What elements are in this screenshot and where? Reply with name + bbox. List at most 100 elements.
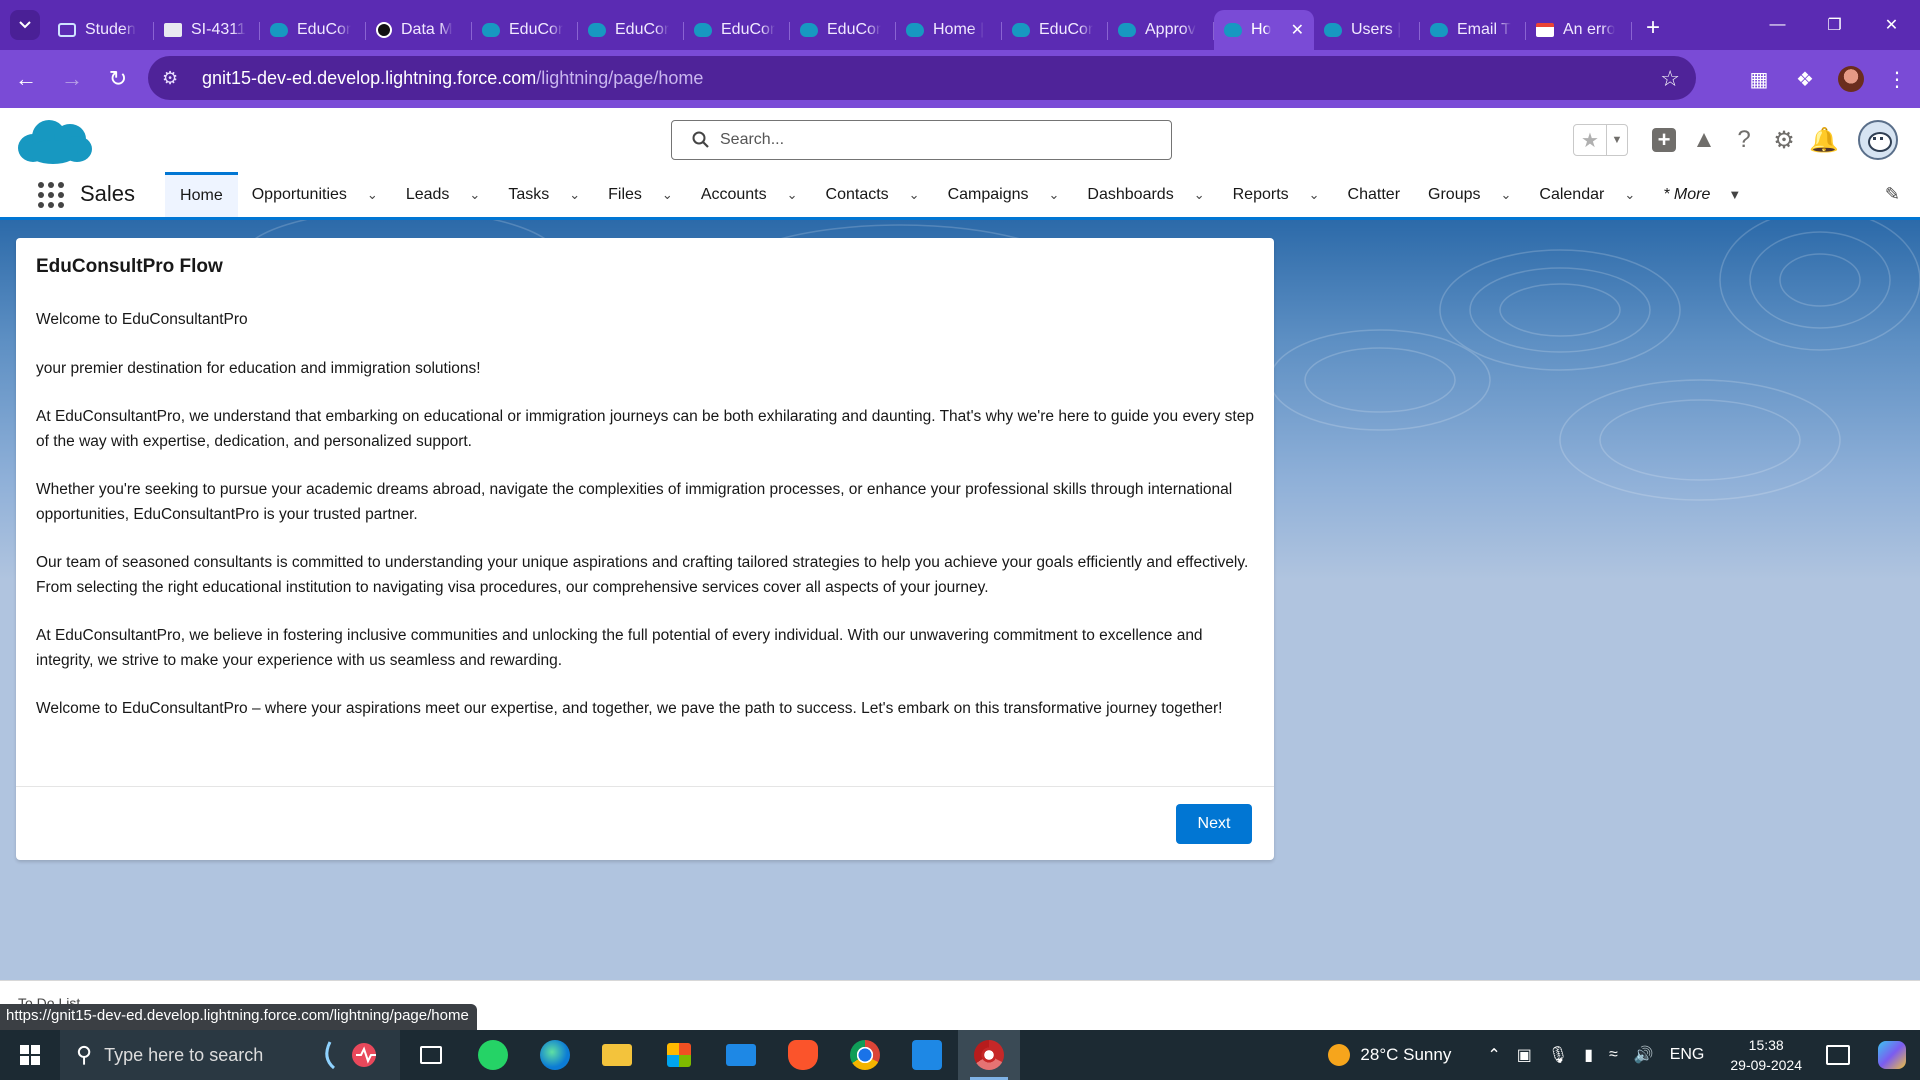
extensions-puzzle-icon[interactable]: ❖ [1782, 67, 1828, 92]
next-button[interactable]: Next [1176, 804, 1252, 844]
battery-icon[interactable]: ▮ [1584, 1045, 1593, 1065]
nav-item-tasks[interactable]: Tasks ⌄ [494, 172, 594, 217]
nav-item-label: Home [180, 187, 223, 204]
browser-tab[interactable]: Approv [1108, 10, 1214, 50]
nav-item-files[interactable]: Files ⌄ [594, 172, 687, 217]
brave-icon[interactable] [772, 1030, 834, 1080]
browser-tab[interactable]: Studen [48, 10, 154, 50]
nav-item-accounts[interactable]: Accounts ⌄ [687, 172, 812, 217]
favorites-menu-icon[interactable]: ▼ [1607, 125, 1627, 155]
chevron-down-icon[interactable]: ⌄ [787, 187, 798, 203]
browser-menu-icon[interactable]: ⋮ [1874, 67, 1920, 92]
trailhead-icon[interactable]: ▲ [1684, 120, 1724, 160]
start-button[interactable] [0, 1030, 60, 1080]
chevron-down-icon[interactable]: ⌄ [1049, 187, 1060, 203]
chevron-down-icon[interactable]: ⌄ [569, 187, 580, 203]
tab-title: Ho [1251, 21, 1272, 38]
edit-nav-pencil-icon[interactable]: ✎ [1885, 184, 1900, 205]
setup-gear-icon[interactable]: ⚙ [1764, 120, 1804, 160]
microphone-icon[interactable]: 🎙 [1548, 1045, 1568, 1065]
notifications-bell-icon[interactable]: 🔔 [1804, 120, 1844, 160]
browser-tab[interactable]: EduCor [684, 10, 790, 50]
browser-tab[interactable]: EduCor [1002, 10, 1108, 50]
tray-chevron-up-icon[interactable]: ⌃ [1487, 1045, 1500, 1065]
close-window-icon[interactable]: ✕ [1863, 0, 1920, 50]
chevron-down-icon[interactable]: ⌄ [909, 187, 920, 203]
browser-tab[interactable]: Home | [896, 10, 1002, 50]
nav-item-opportunities[interactable]: Opportunities ⌄ [238, 172, 392, 217]
taskbar-search-placeholder: Type here to search [104, 1044, 264, 1065]
salesforce-global-header: ★ ▼ + ▲ ? ⚙ 🔔 [0, 108, 1920, 172]
chevron-down-icon[interactable]: ⌄ [367, 187, 378, 203]
help-icon[interactable]: ? [1724, 120, 1764, 160]
browser-tab[interactable]: An erro [1526, 10, 1632, 50]
extension-app-icon[interactable]: ▦ [1736, 67, 1782, 92]
chevron-down-icon[interactable]: ⌄ [662, 187, 673, 203]
close-tab-icon[interactable]: ✕ [1291, 20, 1304, 40]
browser-tab[interactable]: Email T [1420, 10, 1526, 50]
nav-more-menu[interactable]: * More ▼ [1649, 172, 1755, 217]
browser-tab[interactable]: Users | [1314, 10, 1420, 50]
browser-tab[interactable]: EduCor [260, 10, 366, 50]
whatsapp-icon[interactable] [462, 1030, 524, 1080]
notification-center-icon[interactable] [1826, 1045, 1850, 1065]
salesforce-logo[interactable] [18, 116, 92, 166]
reload-icon[interactable]: ↻ [98, 59, 138, 99]
app-name: Sales [80, 180, 136, 206]
chevron-down-icon[interactable]: ⌄ [469, 187, 480, 203]
meet-now-icon[interactable]: ▣ [1517, 1045, 1532, 1065]
forward-icon[interactable]: → [52, 59, 92, 99]
chrome-profile-icon[interactable] [958, 1030, 1020, 1080]
nav-item-groups[interactable]: Groups ⌄ [1414, 172, 1525, 217]
nav-item-home[interactable]: Home [165, 172, 238, 217]
clock[interactable]: 15:38 29-09-2024 [1730, 1035, 1802, 1075]
global-search-input[interactable] [720, 131, 1120, 149]
wifi-icon[interactable]: ≈ [1609, 1046, 1618, 1064]
app-launcher-icon[interactable] [36, 180, 66, 210]
back-icon[interactable]: ← [6, 59, 46, 99]
mail-icon[interactable] [710, 1030, 772, 1080]
favorites-star-icon[interactable]: ★ [1574, 125, 1607, 155]
nav-item-leads[interactable]: Leads ⌄ [392, 172, 495, 217]
browser-tab[interactable]: EduCor [472, 10, 578, 50]
weather-sun-icon[interactable] [1328, 1044, 1351, 1066]
file-explorer-icon[interactable] [586, 1030, 648, 1080]
calendar-app-icon[interactable] [896, 1030, 958, 1080]
restore-icon[interactable]: ❐ [1806, 0, 1863, 50]
taskbar-search[interactable]: ⚲ Type here to search [60, 1030, 400, 1080]
nav-item-contacts[interactable]: Contacts ⌄ [812, 172, 934, 217]
browser-tab[interactable]: Data M [366, 10, 472, 50]
site-info-icon[interactable]: ⚙ [162, 68, 192, 89]
nav-item-calendar[interactable]: Calendar ⌄ [1525, 172, 1649, 217]
task-view-icon[interactable] [400, 1030, 462, 1080]
copilot-icon[interactable] [1878, 1041, 1906, 1069]
browser-tab[interactable]: SI-4311 [154, 10, 260, 50]
chevron-down-icon[interactable]: ⌄ [1624, 187, 1635, 203]
new-tab-button[interactable]: + [1632, 14, 1674, 50]
browser-tab[interactable]: EduCor [578, 10, 684, 50]
tab-search-button[interactable] [10, 10, 40, 40]
browser-tab[interactable]: Ho ✕ [1214, 10, 1314, 50]
nav-item-chatter[interactable]: Chatter [1334, 172, 1414, 217]
windows-taskbar: ⚲ Type here to search 28°C Sunny ⌃ ▣ 🎙 ▮… [0, 1030, 1920, 1080]
language-indicator[interactable]: ENG [1670, 1046, 1705, 1064]
global-search-box[interactable] [671, 120, 1172, 160]
nav-item-reports[interactable]: Reports ⌄ [1219, 172, 1334, 217]
browser-profile-avatar[interactable] [1838, 66, 1864, 92]
minimize-icon[interactable]: — [1749, 0, 1806, 50]
address-bar[interactable]: ⚙ gnit15-dev-ed.develop.lightning.force.… [148, 56, 1696, 100]
nav-item-campaigns[interactable]: Campaigns ⌄ [934, 172, 1074, 217]
bookmark-star-icon[interactable]: ☆ [1660, 66, 1680, 92]
edge-icon[interactable] [524, 1030, 586, 1080]
microsoft-store-icon[interactable] [648, 1030, 710, 1080]
user-avatar[interactable] [1858, 120, 1898, 160]
chevron-down-icon[interactable]: ⌄ [1194, 187, 1205, 203]
chrome-icon[interactable] [834, 1030, 896, 1080]
global-actions-icon[interactable]: + [1644, 120, 1684, 160]
weather-text[interactable]: 28°C Sunny [1360, 1045, 1451, 1065]
chevron-down-icon[interactable]: ⌄ [1309, 187, 1320, 203]
volume-icon[interactable]: 🔊 [1634, 1045, 1654, 1065]
nav-item-dashboards[interactable]: Dashboards ⌄ [1073, 172, 1218, 217]
chevron-down-icon[interactable]: ⌄ [1500, 187, 1511, 203]
browser-tab[interactable]: EduCor [790, 10, 896, 50]
